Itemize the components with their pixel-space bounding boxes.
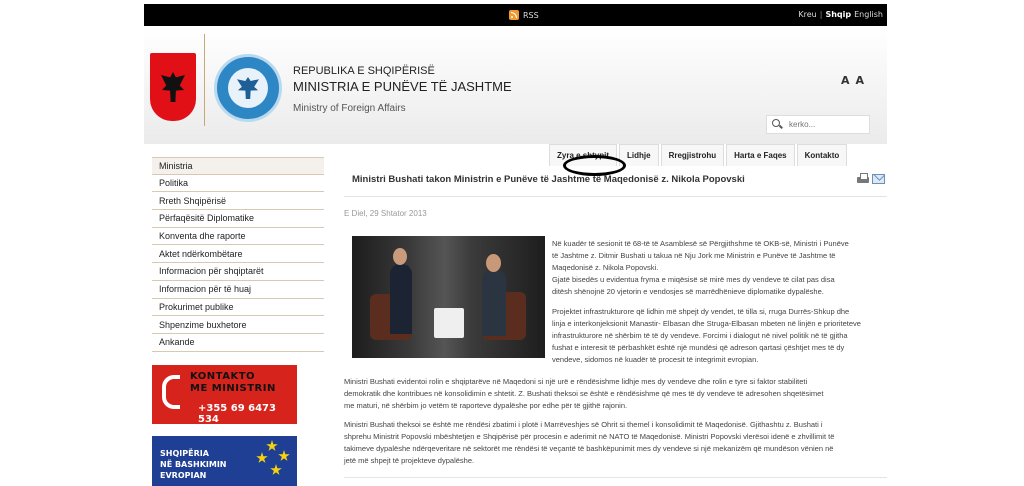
nav-kontakto[interactable]: Kontakto — [796, 144, 848, 166]
eu-banner-line3: EVROPIAN — [160, 471, 207, 480]
home-link[interactable]: Kreu — [798, 10, 816, 19]
sidebar-item-perfaqesite[interactable]: Përfaqësitë Diplomatike — [152, 210, 324, 228]
text-line: Maqedonisë z. Nikola Popovski. — [552, 263, 659, 272]
eu-banner[interactable]: SHQIPËRIA NË BASHKIMIN EVROPIAN — [152, 436, 297, 486]
article-date: E Diel, 29 Shtator 2013 — [344, 209, 427, 218]
article-paragraph-4: Ministri Bushati evidentoi rolin e shqip… — [344, 376, 887, 412]
header: REPUBLIKA E SHQIPËRISË MINISTRIA E PUNËV… — [144, 26, 887, 166]
photo-table — [434, 308, 464, 338]
banner-contact-line1: KONTAKTO — [190, 371, 256, 382]
sidebar-item-info-shqiptaret[interactable]: Informacion për shqiptarët — [152, 263, 324, 281]
font-size-decrease[interactable]: A — [856, 74, 865, 87]
rss-label: RSS — [523, 10, 539, 20]
search-icon[interactable] — [771, 118, 785, 132]
sidebar-item-politika[interactable]: Politika — [152, 175, 324, 193]
article-paragraph-5: Ministri Bushati theksoi se është me rën… — [344, 419, 887, 467]
text-line: fushat e interesit të përbashkët është n… — [552, 343, 845, 352]
separator: | — [819, 10, 823, 19]
eu-banner-line2: NË BASHKIMIN — [160, 460, 227, 469]
email-icon[interactable] — [872, 174, 885, 184]
star-icon — [278, 450, 290, 461]
text-line: jetë më shpejt të projekteve dypalëshe. — [344, 456, 475, 465]
seal-eagle-icon — [237, 77, 259, 99]
text-line: Gjatë bisedës u evidentua fryma e miqësi… — [552, 275, 835, 284]
font-size-controls: A A — [841, 74, 864, 87]
article-title: Ministri Bushati takon Ministrin e Punëv… — [352, 174, 745, 185]
photo-person — [390, 264, 412, 334]
banner-contact-line2: ME MINISTRIN — [190, 383, 276, 394]
nav-rregjistrohu[interactable]: Rregjistrohu — [660, 144, 725, 166]
eu-stars-icon — [252, 440, 292, 480]
text-line: infrastrukturore në shërbim të të dy ven… — [552, 331, 848, 340]
lang-english[interactable]: English — [854, 10, 883, 19]
ministry-seal-logo[interactable] — [214, 54, 282, 122]
text-line: Ministri Bushati theksoi se është me rën… — [344, 420, 823, 429]
sidebar-item-aktet[interactable]: Aktet ndërkombëtare — [152, 245, 324, 264]
text-line: Në kuadër të sesionit të 68-të të Asambl… — [552, 239, 849, 248]
rss-icon — [509, 10, 519, 20]
sidebar-item-ankande[interactable]: Ankande — [152, 334, 324, 352]
text-line: shprehu Ministrit Popovski mbështetjen e… — [344, 432, 835, 441]
font-size-increase[interactable]: A — [841, 74, 850, 87]
star-icon — [256, 452, 268, 463]
header-divider — [204, 34, 205, 126]
banner-contact-phone: +355 69 6473 534 — [198, 403, 276, 424]
top-bar: RSS Kreu | Shqip English — [144, 4, 887, 26]
text-line: Ministri Bushati evidentoi rolin e shqip… — [344, 377, 808, 386]
top-links: Kreu | Shqip English — [798, 10, 883, 19]
sidebar-menu: Ministria Politika Rreth Shqipërisë Përf… — [152, 157, 324, 352]
sidebar-item-shpenzime[interactable]: Shpenzime buxhetore — [152, 316, 324, 334]
print-icon[interactable] — [857, 173, 869, 185]
sidebar-item-rreth-shqiperise[interactable]: Rreth Shqipërisë — [152, 192, 324, 211]
republic-title: REPUBLIKA E SHQIPËRISË — [293, 65, 435, 77]
text-line: ditësh shënojnë 20 vjetorin e vendosjes … — [552, 287, 824, 296]
text-line: linja e interkonjeksionit Manastir- Elba… — [552, 319, 861, 328]
text-line: të Jashtme z. Ditmir Bushati u takua në … — [552, 251, 836, 260]
text-line: takimeve dypalëshe ndërqeveritare në sek… — [344, 444, 834, 453]
nav-harta-e-faqes[interactable]: Harta e Faqes — [726, 144, 795, 166]
ministry-subtitle: Ministry of Foreign Affairs — [293, 103, 406, 114]
page: RSS Kreu | Shqip English REPUBLIKA E SHQ… — [144, 0, 887, 486]
sidebar-item-prokurimet[interactable]: Prokurimet publike — [152, 299, 324, 317]
rss-link[interactable]: RSS — [509, 10, 539, 20]
photo-person-head — [393, 248, 407, 265]
contact-minister-banner[interactable]: KONTAKTO ME MINISTRIN +355 69 6473 534 — [152, 365, 297, 424]
sidebar-item-info-huaj[interactable]: Informacion për të huaj — [152, 281, 324, 299]
article-paragraph-1: Në kuadër të sesionit të 68-të të Asambl… — [552, 238, 849, 274]
phone-icon — [162, 375, 180, 409]
search-input[interactable] — [789, 120, 869, 129]
article-photo — [352, 236, 545, 358]
article-tools — [857, 173, 885, 185]
text-line: Projektet infrastrukturore që lidhin më … — [552, 307, 850, 316]
text-line: vendeve, sidomos në kuadër të procesit t… — [552, 355, 759, 364]
text-line: me maturi, në shërbim jo vetëm të raport… — [344, 401, 628, 410]
divider — [344, 196, 887, 197]
eu-banner-line1: SHQIPËRIA — [160, 449, 209, 458]
divider — [344, 477, 887, 478]
text-line: demokratik dhe kontribues në konsolidimi… — [344, 389, 824, 398]
albanian-flag-logo — [150, 53, 196, 121]
seal-inner — [228, 68, 268, 108]
star-icon — [266, 440, 278, 451]
star-icon — [270, 464, 282, 475]
sidebar-item-konventa[interactable]: Konventa dhe raporte — [152, 228, 324, 246]
lang-shqip[interactable]: Shqip — [825, 10, 851, 19]
eagle-icon — [161, 72, 185, 102]
photo-person — [482, 270, 506, 336]
article-paragraph-2: Gjatë bisedës u evidentua fryma e miqësi… — [552, 274, 835, 298]
photo-person-head — [486, 254, 501, 272]
highlight-ellipse — [563, 155, 626, 176]
ministry-title: MINISTRIA E PUNËVE TË JASHTME — [293, 79, 512, 94]
sidebar-item-ministria[interactable]: Ministria — [152, 157, 324, 175]
search-box — [766, 115, 870, 134]
article-paragraph-3: Projektet infrastrukturore që lidhin më … — [552, 306, 861, 366]
